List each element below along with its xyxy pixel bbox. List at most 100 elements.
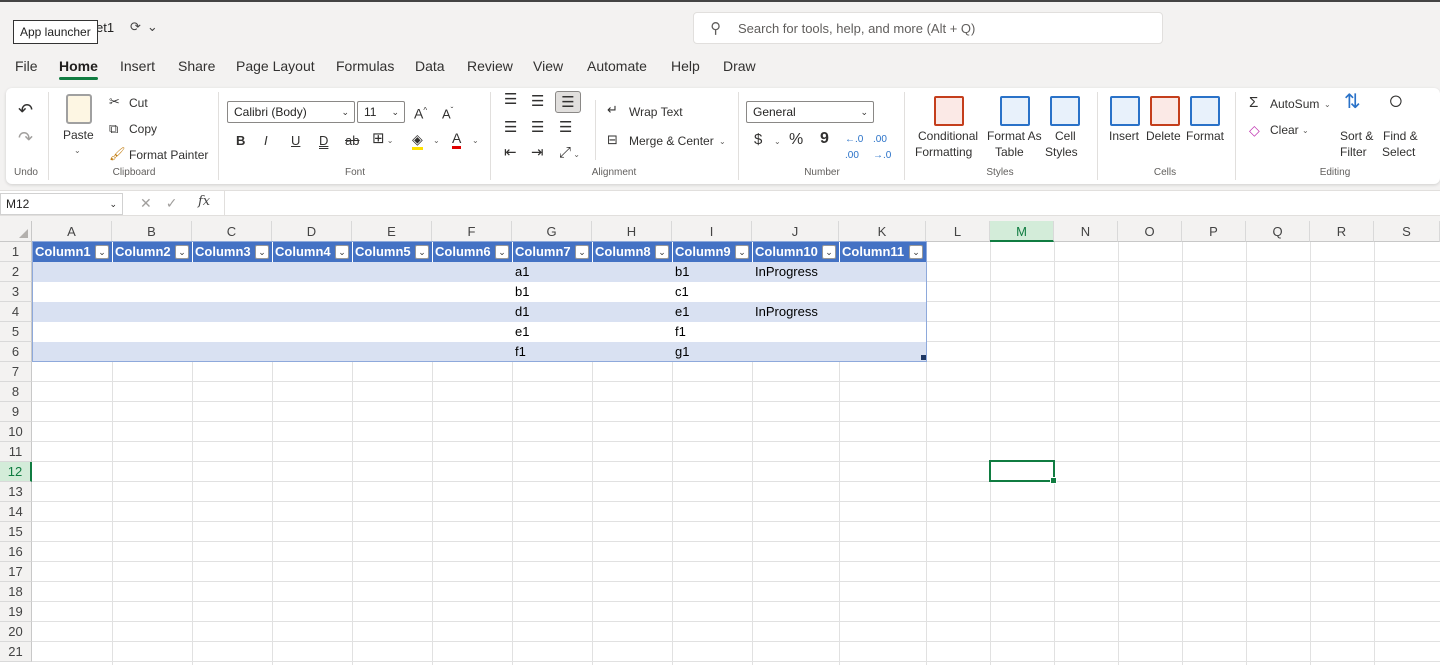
- align-right-icon[interactable]: ☰: [559, 120, 572, 136]
- align-center-icon[interactable]: ☰: [531, 120, 544, 136]
- tab-home[interactable]: Home: [59, 58, 98, 80]
- formula-input[interactable]: [224, 191, 1440, 215]
- column-header-q[interactable]: Q: [1246, 221, 1310, 242]
- font-name-select[interactable]: Calibri (Body) ⌄: [227, 101, 355, 123]
- row-header-20[interactable]: 20: [0, 622, 32, 642]
- font-color-button[interactable]: A: [452, 130, 462, 149]
- column-header-k[interactable]: K: [839, 221, 926, 242]
- table-header-2[interactable]: Column2 ⌄: [113, 242, 193, 262]
- column-header-j[interactable]: J: [752, 221, 839, 242]
- merge-center-button[interactable]: Merge & Center: [629, 134, 714, 148]
- filter-dropdown-icon[interactable]: ⌄: [495, 245, 509, 259]
- row-header-13[interactable]: 13: [0, 482, 32, 502]
- font-size-select[interactable]: 11 ⌄: [357, 101, 405, 123]
- column-header-g[interactable]: G: [512, 221, 592, 242]
- column-header-e[interactable]: E: [352, 221, 432, 242]
- align-bottom-icon[interactable]: ☰: [555, 91, 581, 113]
- row-header-5[interactable]: 5: [0, 322, 32, 342]
- table-cell[interactable]: a1: [512, 262, 592, 282]
- column-header-o[interactable]: O: [1118, 221, 1182, 242]
- filter-dropdown-icon[interactable]: ⌄: [909, 245, 923, 259]
- filter-dropdown-icon[interactable]: ⌄: [822, 245, 836, 259]
- fill-color-icon[interactable]: ◈: [412, 131, 423, 150]
- table-header-1[interactable]: Column1 ⌄: [33, 242, 113, 262]
- row-header-17[interactable]: 17: [0, 562, 32, 582]
- column-header-m[interactable]: M: [990, 221, 1054, 242]
- search-input[interactable]: Search for tools, help, and more (Alt + …: [738, 21, 975, 36]
- filter-dropdown-icon[interactable]: ⌄: [95, 245, 109, 259]
- filter-dropdown-icon[interactable]: ⌄: [655, 245, 669, 259]
- tab-formulas[interactable]: Formulas: [336, 58, 394, 74]
- table-resize-handle[interactable]: [921, 355, 926, 360]
- underline-button[interactable]: U: [291, 133, 300, 149]
- table-cell[interactable]: g1: [672, 342, 752, 362]
- table-header-10[interactable]: Column10 ⌄: [753, 242, 840, 262]
- cut-button[interactable]: Cut: [129, 96, 148, 110]
- table-cell[interactable]: f1: [672, 322, 752, 342]
- number-format-select[interactable]: General ⌄: [746, 101, 874, 123]
- row-header-6[interactable]: 6: [0, 342, 32, 362]
- column-header-i[interactable]: I: [672, 221, 752, 242]
- table-header-5[interactable]: Column5 ⌄: [353, 242, 433, 262]
- tab-draw[interactable]: Draw: [723, 58, 756, 74]
- copy-button[interactable]: Copy: [129, 122, 157, 136]
- increase-decimal-icon[interactable]: ←.0.00: [845, 132, 863, 164]
- row-header-1[interactable]: 1: [0, 242, 32, 262]
- name-box[interactable]: M12 ⌄: [0, 193, 123, 215]
- filter-dropdown-icon[interactable]: ⌄: [735, 245, 749, 259]
- tab-file[interactable]: File: [15, 58, 38, 74]
- table-header-3[interactable]: Column3 ⌄: [193, 242, 273, 262]
- percent-button[interactable]: %: [789, 132, 803, 148]
- row-header-14[interactable]: 14: [0, 502, 32, 522]
- row-header-9[interactable]: 9: [0, 402, 32, 422]
- column-header-r[interactable]: R: [1310, 221, 1374, 242]
- filter-dropdown-icon[interactable]: ⌄: [415, 245, 429, 259]
- row-header-15[interactable]: 15: [0, 522, 32, 542]
- table-header-11[interactable]: Column11 ⌄: [840, 242, 927, 262]
- row-header-16[interactable]: 16: [0, 542, 32, 562]
- column-header-h[interactable]: H: [592, 221, 672, 242]
- tab-automate[interactable]: Automate: [587, 58, 647, 74]
- increase-indent-icon[interactable]: ⇥: [531, 145, 544, 161]
- worksheet-grid[interactable]: ABCDEFGHIJKLMNOPQRS 1 2 3 4 5 6 7 8 9 10 11 12 13 14 1…: [0, 221, 1440, 665]
- column-header-p[interactable]: P: [1182, 221, 1246, 242]
- column-header-a[interactable]: A: [32, 221, 112, 242]
- tab-review[interactable]: Review: [467, 58, 513, 74]
- decrease-decimal-icon[interactable]: .00 →.0: [873, 132, 891, 164]
- format-painter-button[interactable]: Format Painter: [129, 148, 208, 162]
- row-header-21[interactable]: 21: [0, 642, 32, 662]
- row-header-12[interactable]: 12: [0, 462, 32, 482]
- row-header-11[interactable]: 11: [0, 442, 32, 462]
- decrease-indent-icon[interactable]: ⇤: [504, 145, 517, 161]
- table-header-9[interactable]: Column9 ⌄: [673, 242, 753, 262]
- tab-insert[interactable]: Insert: [120, 58, 155, 74]
- column-header-s[interactable]: S: [1374, 221, 1440, 242]
- double-underline-button[interactable]: D: [319, 133, 328, 149]
- tab-help[interactable]: Help: [671, 58, 700, 74]
- table-cell[interactable]: b1: [512, 282, 592, 302]
- row-header-4[interactable]: 4: [0, 302, 32, 322]
- tab-view[interactable]: View: [533, 58, 563, 74]
- table-cell[interactable]: d1: [512, 302, 592, 322]
- row-header-18[interactable]: 18: [0, 582, 32, 602]
- table-cell[interactable]: c1: [672, 282, 752, 302]
- column-header-f[interactable]: F: [432, 221, 512, 242]
- table-header-6[interactable]: Column6 ⌄: [433, 242, 513, 262]
- strikethrough-button[interactable]: ab: [345, 133, 359, 149]
- column-header-n[interactable]: N: [1054, 221, 1118, 242]
- document-title[interactable]: et1: [96, 20, 114, 35]
- column-header-c[interactable]: C: [192, 221, 272, 242]
- align-middle-icon[interactable]: ☰: [531, 94, 544, 110]
- row-header-7[interactable]: 7: [0, 362, 32, 382]
- select-all-button[interactable]: [0, 221, 32, 242]
- row-header-3[interactable]: 3: [0, 282, 32, 302]
- table-cell[interactable]: InProgress: [752, 302, 839, 322]
- undo-icon[interactable]: ↶: [18, 101, 33, 119]
- active-cell[interactable]: [989, 460, 1057, 484]
- search-box[interactable]: ⚲ Search for tools, help, and more (Alt …: [693, 12, 1163, 44]
- table-header-7[interactable]: Column7 ⌄: [513, 242, 593, 262]
- filter-dropdown-icon[interactable]: ⌄: [335, 245, 349, 259]
- table-cell[interactable]: e1: [672, 302, 752, 322]
- table-cell[interactable]: e1: [512, 322, 592, 342]
- table-cell[interactable]: InProgress: [752, 262, 839, 282]
